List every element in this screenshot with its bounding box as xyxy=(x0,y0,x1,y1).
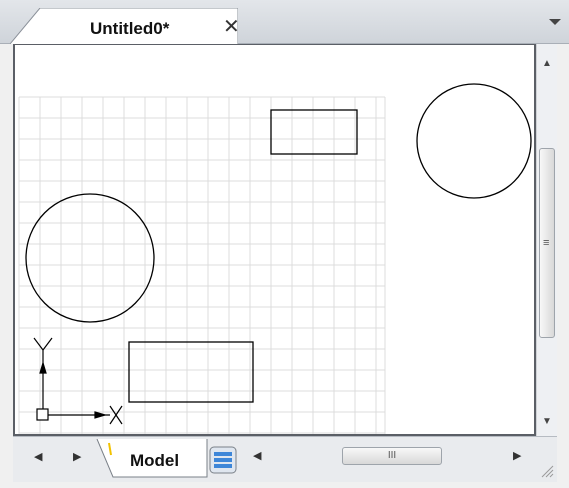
resize-grip-icon[interactable] xyxy=(540,464,554,478)
model-tab-label: Model xyxy=(130,451,180,470)
scroll-grip-icon: III xyxy=(387,450,397,461)
close-icon[interactable]: ✕ xyxy=(223,17,240,37)
ucs-icon xyxy=(33,337,123,425)
horizontal-scrollbar[interactable]: ◀ III ▶ xyxy=(245,443,535,469)
model-tab[interactable]: Model xyxy=(89,439,211,479)
rectangle-shape[interactable] xyxy=(128,341,254,403)
circle-shape[interactable] xyxy=(25,193,155,323)
drawing-grid xyxy=(18,96,386,434)
scroll-up-arrow-icon[interactable]: ▲ xyxy=(542,58,552,69)
horizontal-scroll-thumb[interactable]: III xyxy=(342,447,442,465)
vertical-scroll-thumb[interactable]: ≡ xyxy=(539,148,555,338)
scroll-down-arrow-icon[interactable]: ▼ xyxy=(542,416,552,427)
drawing-canvas[interactable] xyxy=(13,44,536,436)
document-tab-bar: Untitled0* ✕ xyxy=(0,0,569,44)
scroll-left-arrow-icon[interactable]: ◀ xyxy=(253,449,261,462)
layout-tab-bar: ◀ ▶ Model ◀ III ▶ xyxy=(13,436,557,482)
document-tab-title: Untitled0* xyxy=(90,19,170,38)
drawing-svg xyxy=(18,83,532,434)
layout-list-icon[interactable] xyxy=(208,445,238,475)
scroll-grip-icon: ≡ xyxy=(543,237,550,249)
next-tab-arrow-icon[interactable]: ▶ xyxy=(73,450,81,463)
scroll-right-arrow-icon[interactable]: ▶ xyxy=(513,449,521,462)
rectangle-shape[interactable] xyxy=(270,109,358,155)
drawing-window: Untitled0* ✕ ▲ ≡ ▼ ◀ ▶ Model ◀ III ▶ xyxy=(0,0,569,488)
circle-shape[interactable] xyxy=(416,83,532,199)
dropdown-arrow-icon[interactable] xyxy=(547,14,563,30)
document-tab[interactable]: Untitled0* ✕ xyxy=(10,8,240,44)
vertical-scrollbar[interactable]: ▲ ≡ ▼ xyxy=(536,44,557,436)
first-tab-arrow-icon[interactable]: ◀ xyxy=(34,450,42,463)
